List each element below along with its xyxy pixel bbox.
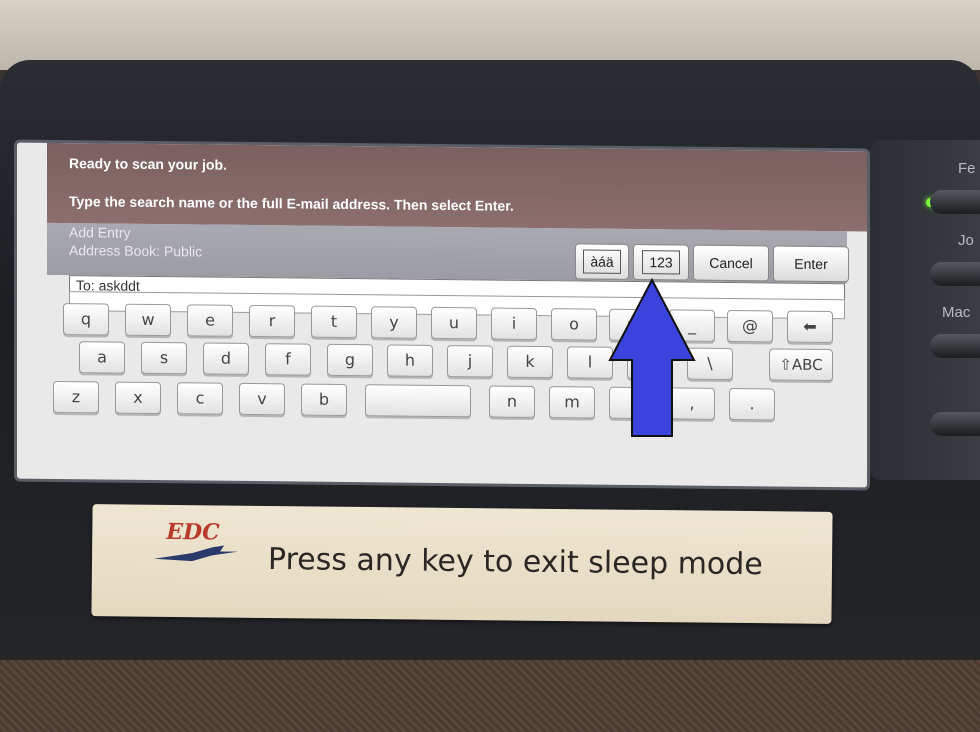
features-hard-button[interactable] <box>930 190 980 214</box>
carpet-background <box>0 660 980 732</box>
key-period[interactable]: . <box>729 388 775 421</box>
machine-status-hard-button[interactable] <box>930 334 980 358</box>
numeric-button[interactable]: 123 <box>633 244 689 281</box>
shift-abc-key[interactable]: ⇧ABC <box>769 348 833 382</box>
key-b[interactable]: b <box>301 383 347 417</box>
key-q[interactable]: q <box>63 303 109 336</box>
key-f[interactable]: f <box>265 343 311 376</box>
key-e[interactable]: e <box>187 304 233 337</box>
extra-hard-button[interactable] <box>930 412 980 436</box>
side-label-features: Fe <box>958 160 976 177</box>
key-x[interactable]: x <box>115 381 161 415</box>
arrow-shape <box>608 278 696 437</box>
key-g[interactable]: g <box>327 343 373 377</box>
touch-screen: Ready to scan your job. Type the search … <box>14 139 870 491</box>
side-label-job: Jo <box>958 232 974 249</box>
key-v[interactable]: v <box>239 382 285 416</box>
status-bar: Ready to scan your job. Type the search … <box>47 142 870 232</box>
sleep-mode-message: Press any key to exit sleep mode <box>267 541 763 583</box>
key-i[interactable]: i <box>491 307 537 340</box>
entry-title: Add Entry <box>69 224 131 241</box>
key-at[interactable]: @ <box>727 309 773 343</box>
key-z[interactable]: z <box>53 380 99 414</box>
key-k[interactable]: k <box>507 345 553 379</box>
instruction-message: Type the search name or the full E-mail … <box>69 193 514 214</box>
side-label-machine: Mac <box>942 304 971 321</box>
key-r[interactable]: r <box>249 304 295 338</box>
enter-button[interactable]: Enter <box>773 245 849 283</box>
blue-up-arrow-icon <box>608 278 696 437</box>
accent-chars-button[interactable]: àáä <box>575 243 629 280</box>
job-status-hard-button[interactable] <box>930 262 980 286</box>
key-s[interactable]: s <box>141 341 187 375</box>
key-y[interactable]: y <box>371 306 417 339</box>
key-j[interactable]: j <box>447 345 493 378</box>
key-w[interactable]: w <box>125 303 171 337</box>
status-message: Ready to scan your job. <box>69 155 227 173</box>
roadrunner-logo-icon <box>154 545 239 562</box>
key-l[interactable]: l <box>567 346 613 379</box>
space-key[interactable] <box>365 384 471 418</box>
edc-logo: EDC <box>166 518 220 546</box>
key-c[interactable]: c <box>177 382 223 415</box>
backspace-key[interactable]: ⬅ <box>787 310 833 344</box>
cancel-button[interactable]: Cancel <box>693 244 769 282</box>
key-a[interactable]: a <box>79 341 125 374</box>
key-o[interactable]: o <box>551 308 597 341</box>
key-d[interactable]: d <box>203 342 249 375</box>
key-h[interactable]: h <box>387 344 433 377</box>
key-n[interactable]: n <box>489 385 535 418</box>
address-book-label: Address Book: Public <box>69 242 203 260</box>
sleep-mode-sticker: EDC Press any key to exit sleep mode <box>91 504 833 624</box>
key-t[interactable]: t <box>311 305 357 339</box>
key-m[interactable]: m <box>549 386 595 419</box>
key-u[interactable]: u <box>431 306 477 340</box>
